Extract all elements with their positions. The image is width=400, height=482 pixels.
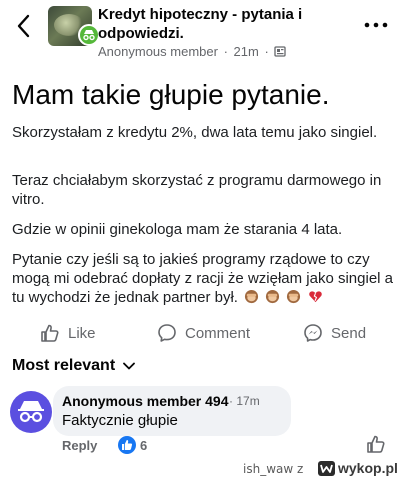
wykop-logo-icon (318, 461, 335, 476)
post-title: Mam takie głupie pytanie. (12, 79, 330, 110)
comment-time-value: 17m (236, 394, 260, 408)
comment-sort-dropdown[interactable]: Most relevant (12, 357, 136, 375)
post-paragraph: Gdzie w opinii ginekologa mam że starani… (12, 221, 343, 238)
messenger-icon (304, 324, 322, 342)
reply-button[interactable]: Reply (62, 438, 97, 453)
like-reaction-icon[interactable] (118, 436, 136, 454)
comment-icon (158, 324, 176, 342)
thumbs-up-icon (41, 324, 59, 342)
group-name[interactable]: Kredyt hipoteczny - pytania i odpowiedzi… (98, 5, 358, 43)
anonymous-badge-icon (78, 24, 100, 46)
like-button[interactable]: Like (40, 321, 96, 345)
group-privacy-icon (274, 46, 287, 57)
post-time: 21m (233, 44, 259, 59)
post-paragraph: Teraz chciałabym skorzystać z programu d… (12, 172, 382, 208)
anonymous-incognito-icon (18, 401, 44, 423)
chevron-down-icon (123, 362, 136, 370)
see-no-evil-monkey-icon (287, 289, 301, 304)
like-label: Like (68, 324, 96, 342)
comment-time: · 17m (229, 394, 260, 408)
post-meta: Anonymous member · 21m · (98, 44, 287, 59)
avatar[interactable] (10, 391, 52, 433)
comment-sort-label: Most relevant (12, 357, 116, 374)
watermark-site: wykop.pl (338, 460, 398, 476)
see-no-evil-monkey-icon (245, 289, 259, 304)
reaction-count[interactable]: 6 (140, 438, 147, 453)
broken-heart-icon (308, 291, 322, 303)
more-options-icon[interactable] (362, 18, 390, 32)
post-paragraph: Skorzystałam z kredytu 2%, dwa lata temu… (12, 124, 378, 141)
send-button[interactable]: Send (303, 321, 366, 345)
comment-label: Comment (185, 324, 251, 342)
comment-text: Faktycznie głupie (62, 412, 178, 429)
comment-button[interactable]: Comment (157, 321, 250, 345)
watermark-user: ish_waw z (243, 462, 304, 476)
post-actions-bar: Like Comment Send (0, 318, 400, 346)
post-paragraph: Pytanie czy jeśli są to jakieś programy … (12, 251, 394, 306)
comment-like-icon[interactable] (366, 434, 386, 454)
post-paragraph-last: Pytanie czy jeśli są to jakieś programy … (12, 250, 397, 307)
post-author: Anonymous member (98, 44, 218, 59)
post-header: Kredyt hipoteczny - pytania i odpowiedzi… (0, 0, 400, 62)
back-arrow-icon[interactable] (14, 12, 34, 40)
send-label: Send (331, 324, 367, 342)
comment-author[interactable]: Anonymous member 494 (62, 393, 229, 409)
see-no-evil-monkey-icon (266, 289, 280, 304)
